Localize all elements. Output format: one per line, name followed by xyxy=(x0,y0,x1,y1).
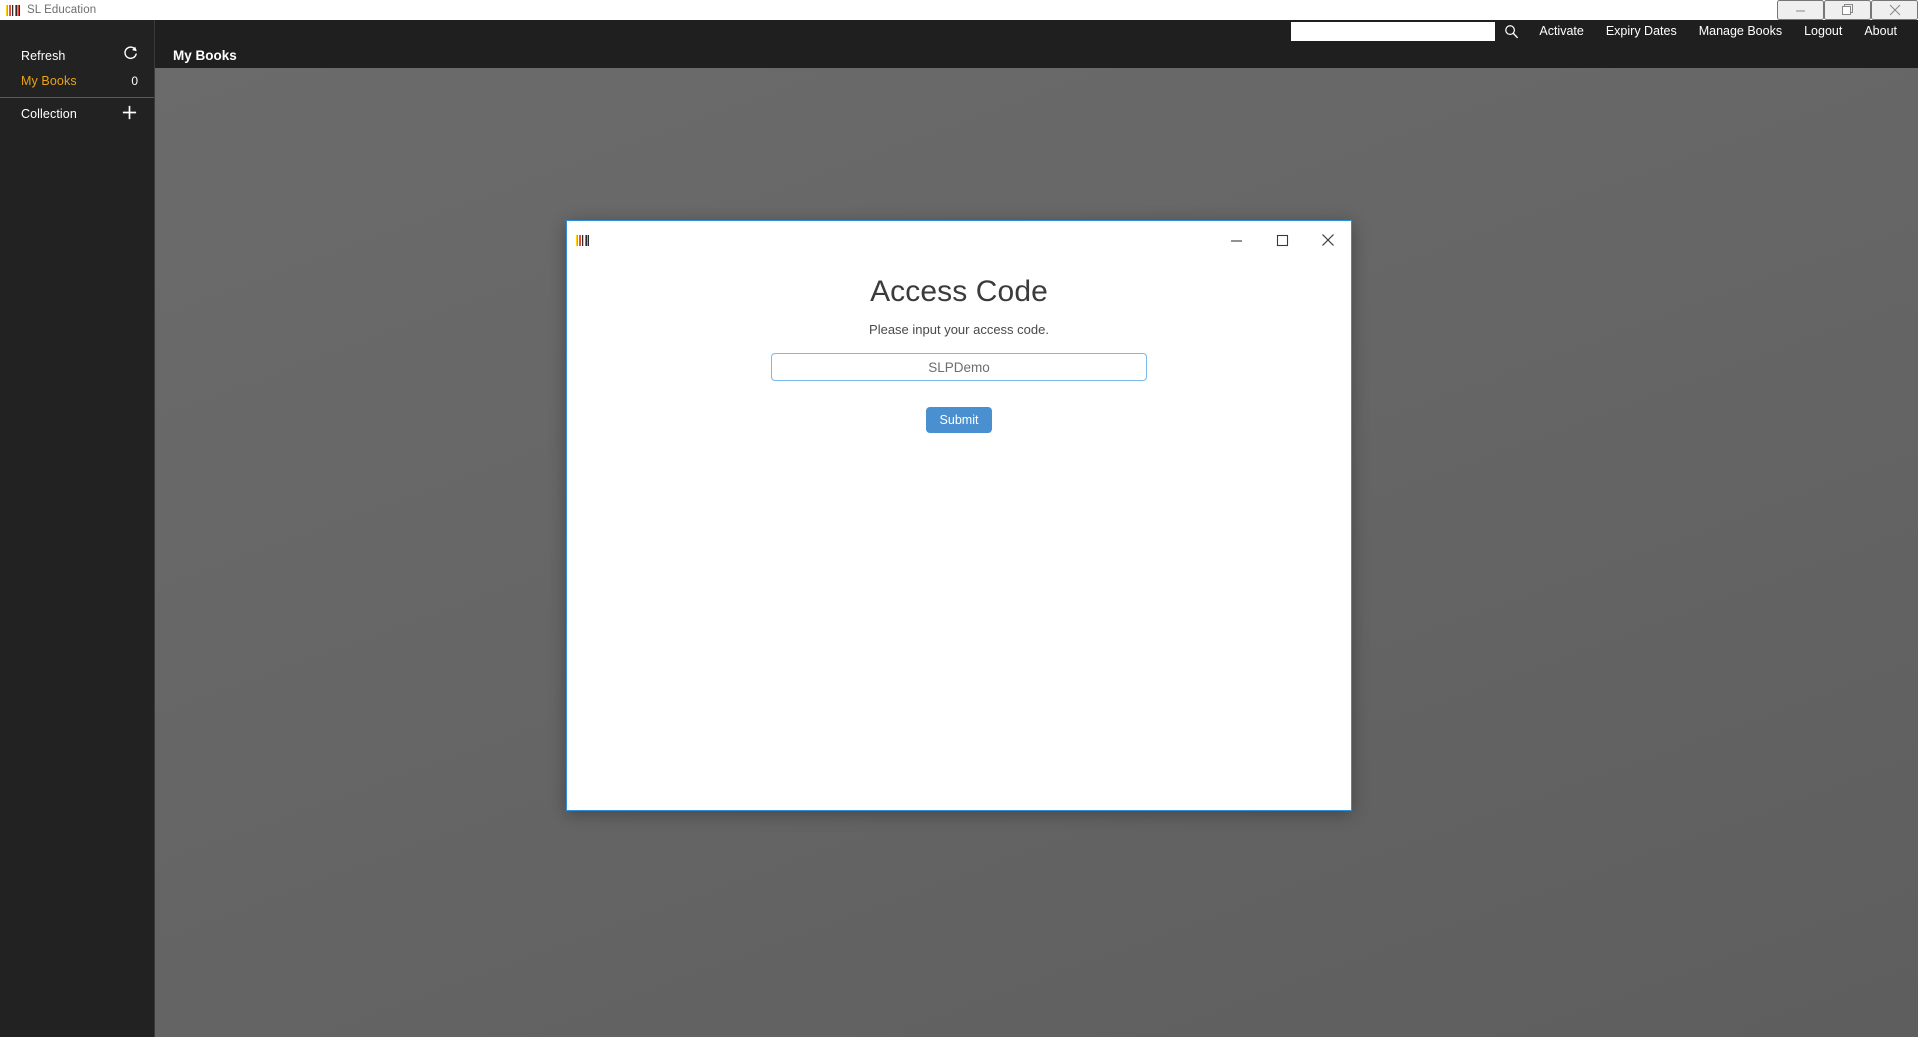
app-navbar: Activate Expiry Dates Manage Books Logou… xyxy=(0,20,1918,43)
plus-icon-svg xyxy=(122,105,137,120)
access-code-dialog: Access Code Please input your access cod… xyxy=(566,220,1352,811)
barcode-logo-icon xyxy=(576,234,589,246)
nav-link-manage-books[interactable]: Manage Books xyxy=(1688,20,1793,43)
search-icon xyxy=(1505,25,1519,39)
sidebar: Refresh My Books 0 Collection xyxy=(0,20,155,1037)
dialog-maximize-button[interactable] xyxy=(1259,221,1305,259)
window-restore-button[interactable] xyxy=(1824,0,1871,20)
search-input[interactable] xyxy=(1291,22,1496,41)
window-minimize-button[interactable] xyxy=(1777,0,1824,20)
os-window-titlebar: SL Education xyxy=(0,0,1918,20)
minimize-icon xyxy=(1796,10,1805,11)
sidebar-item-label: My Books xyxy=(21,73,77,88)
dialog-minimize-button[interactable] xyxy=(1213,221,1259,259)
dialog-body: Access Code Please input your access cod… xyxy=(567,259,1351,810)
nav-link-logout[interactable]: Logout xyxy=(1793,20,1853,43)
close-icon xyxy=(1889,4,1900,16)
plus-icon[interactable] xyxy=(121,104,138,124)
dialog-subtitle: Please input your access code. xyxy=(869,322,1049,337)
os-window-controls xyxy=(1777,0,1918,20)
sidebar-item-label: Refresh xyxy=(21,48,66,63)
refresh-icon[interactable] xyxy=(123,46,138,65)
minimize-icon xyxy=(1230,239,1242,242)
dialog-heading: Access Code xyxy=(870,275,1048,308)
sidebar-item-count: 0 xyxy=(131,73,138,88)
content-header: My Books xyxy=(155,43,1918,68)
page-title: My Books xyxy=(173,48,237,63)
sidebar-item-my-books[interactable]: My Books 0 xyxy=(0,68,154,93)
restore-icon xyxy=(1841,4,1853,15)
nav-link-expiry-dates[interactable]: Expiry Dates xyxy=(1595,20,1688,43)
sidebar-item-refresh[interactable]: Refresh xyxy=(0,43,154,68)
dialog-titlebar xyxy=(567,221,1351,259)
refresh-icon-svg xyxy=(124,46,137,60)
maximize-icon xyxy=(1276,234,1288,246)
sidebar-item-label: Collection xyxy=(21,107,77,121)
submit-button[interactable]: Submit xyxy=(925,407,993,433)
dialog-close-button[interactable] xyxy=(1305,221,1351,259)
search-button[interactable] xyxy=(1495,20,1528,43)
close-icon xyxy=(1322,234,1334,246)
access-code-input[interactable] xyxy=(771,353,1147,381)
barcode-logo-icon xyxy=(6,4,20,16)
window-close-button[interactable] xyxy=(1871,0,1918,20)
dialog-window-controls xyxy=(1213,221,1351,259)
nav-link-activate[interactable]: Activate xyxy=(1528,20,1594,43)
os-window-title: SL Education xyxy=(27,4,97,16)
sidebar-item-collection[interactable]: Collection xyxy=(0,98,154,130)
navbar-links: Activate Expiry Dates Manage Books Logou… xyxy=(1528,20,1908,43)
nav-link-about[interactable]: About xyxy=(1853,20,1908,43)
